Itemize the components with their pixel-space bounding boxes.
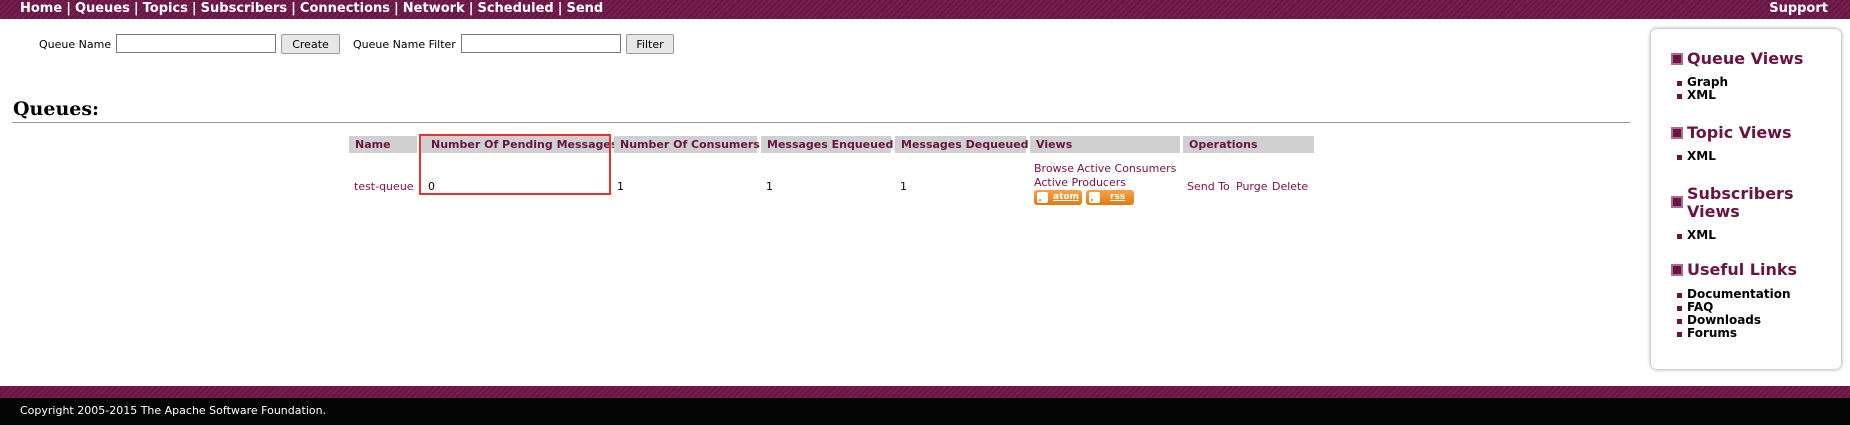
sidebar-link-queue-xml[interactable]: XML bbox=[1687, 89, 1716, 102]
square-bullet-icon bbox=[1671, 264, 1683, 276]
column-header-dequeued[interactable]: Messages Dequeued bbox=[895, 136, 1029, 153]
nav-connections[interactable]: Connections bbox=[300, 1, 390, 16]
footer-stripe bbox=[0, 386, 1850, 398]
bullet-icon bbox=[1677, 332, 1682, 337]
rss-feed-label: rss bbox=[1110, 192, 1126, 202]
bullet-icon bbox=[1677, 306, 1682, 311]
bullet-icon bbox=[1677, 155, 1682, 160]
page-title: Queues: bbox=[13, 98, 100, 120]
active-producers-link[interactable]: Active Producers bbox=[1034, 176, 1126, 189]
square-bullet-icon bbox=[1671, 53, 1683, 65]
heading-divider bbox=[12, 122, 1630, 123]
queue-filter-input[interactable] bbox=[461, 34, 621, 53]
send-to-link[interactable]: Send To bbox=[1187, 180, 1230, 193]
nav-separator: | bbox=[557, 1, 563, 16]
feed-icon bbox=[1089, 192, 1100, 203]
nav-topics[interactable]: Topics bbox=[143, 1, 188, 16]
nav-queues[interactable]: Queues bbox=[75, 1, 130, 16]
highlight-box bbox=[419, 134, 611, 195]
filter-button[interactable]: Filter bbox=[626, 34, 674, 54]
nav-separator: | bbox=[66, 1, 71, 16]
rss-feed-button[interactable]: rss bbox=[1086, 190, 1134, 205]
column-header-enqueued[interactable]: Messages Enqueued bbox=[761, 136, 893, 153]
sidebar-link-forums[interactable]: Forums bbox=[1687, 327, 1737, 340]
main-nav: Home | Queues | Topics | Subscribers | Connectio… bbox=[20, 1, 603, 16]
nav-scheduled[interactable]: Scheduled bbox=[477, 1, 553, 16]
sidebar-link-topic-xml[interactable]: XML bbox=[1687, 150, 1716, 163]
column-header-name[interactable]: Name bbox=[349, 136, 417, 153]
browse-link[interactable]: Browse bbox=[1034, 162, 1074, 175]
create-button[interactable]: Create bbox=[281, 34, 340, 54]
nav-separator: | bbox=[468, 1, 474, 16]
nav-network[interactable]: Network bbox=[403, 1, 465, 16]
sidebar-title-useful-links: Useful Links bbox=[1687, 260, 1798, 279]
column-header-consumers[interactable]: Number Of Consumers bbox=[614, 136, 760, 153]
queue-name-label: Queue Name bbox=[39, 38, 112, 51]
bullet-icon bbox=[1677, 94, 1682, 99]
nav-separator: | bbox=[191, 1, 197, 16]
sidebar-link-subscribers-xml[interactable]: XML bbox=[1687, 229, 1716, 242]
queue-name-link[interactable]: test-queue bbox=[354, 180, 414, 193]
sidebar-title-queue-views: Queue Views bbox=[1687, 49, 1804, 68]
atom-feed-button[interactable]: atom bbox=[1034, 190, 1082, 205]
sidebar-title-subscribers-views-line2: Views bbox=[1687, 202, 1740, 221]
square-bullet-icon bbox=[1671, 196, 1683, 208]
active-consumers-link[interactable]: Active Consumers bbox=[1077, 162, 1176, 175]
nav-home[interactable]: Home bbox=[20, 1, 62, 16]
nav-subscribers[interactable]: Subscribers bbox=[201, 1, 288, 16]
square-bullet-icon bbox=[1671, 127, 1683, 139]
bullet-icon bbox=[1677, 293, 1682, 298]
bullet-icon bbox=[1677, 234, 1682, 239]
atom-feed-label: atom bbox=[1053, 192, 1079, 202]
nav-support[interactable]: Support bbox=[1769, 1, 1828, 16]
bullet-icon bbox=[1677, 319, 1682, 324]
top-nav-bar: Home | Queues | Topics | Subscribers | Connectio… bbox=[0, 0, 1850, 19]
sidebar-title-subscribers-views-line1: Subscribers bbox=[1687, 184, 1794, 203]
nav-send[interactable]: Send bbox=[566, 1, 603, 16]
consumers-value: 1 bbox=[617, 180, 624, 193]
purge-link[interactable]: Purge bbox=[1236, 180, 1268, 193]
bullet-icon bbox=[1677, 81, 1682, 86]
delete-link[interactable]: Delete bbox=[1272, 180, 1308, 193]
nav-separator: | bbox=[394, 1, 399, 16]
nav-separator: | bbox=[133, 1, 139, 16]
footer: Copyright 2005-2015 The Apache Software … bbox=[0, 398, 1850, 425]
sidebar: Queue Views Graph XML Topic Views XML Su… bbox=[1651, 29, 1841, 369]
enqueued-value: 1 bbox=[766, 180, 773, 193]
copyright-text: Copyright 2005-2015 The Apache Software … bbox=[20, 404, 327, 417]
column-header-operations: Operations bbox=[1183, 136, 1314, 153]
queue-filter-label: Queue Name Filter bbox=[353, 38, 456, 51]
dequeued-value: 1 bbox=[900, 180, 907, 193]
queue-name-input[interactable] bbox=[116, 34, 276, 53]
feed-icon bbox=[1037, 192, 1048, 203]
column-header-views: Views bbox=[1030, 136, 1180, 153]
sidebar-title-topic-views: Topic Views bbox=[1687, 123, 1792, 142]
nav-separator: | bbox=[291, 1, 296, 16]
